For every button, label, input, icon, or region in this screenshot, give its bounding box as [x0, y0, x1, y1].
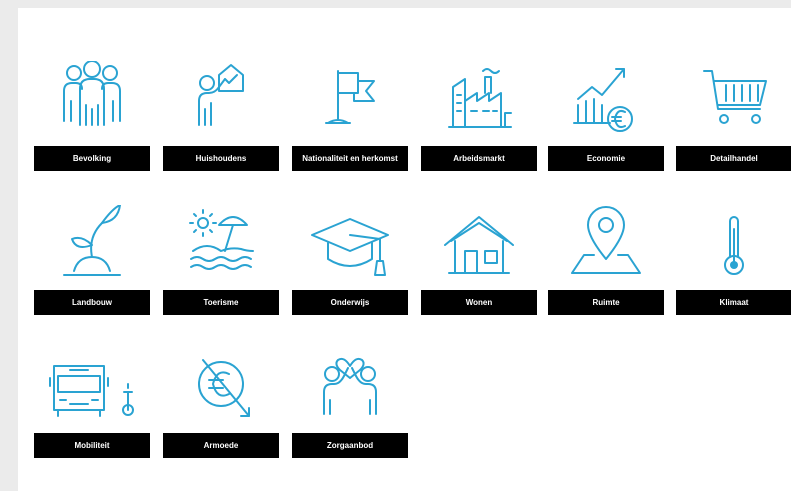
tile-label: Bevolking	[34, 146, 150, 171]
tile-label: Nationaliteit en herkomst	[292, 146, 408, 171]
category-panel: Bevolking Huishoudens Nationaliteit en h	[18, 8, 791, 491]
tile-onderwijs[interactable]: Onderwijs	[292, 205, 408, 315]
tile-ruimte[interactable]: Ruimte	[548, 205, 664, 315]
growth-chart-euro-icon	[548, 61, 664, 141]
tile-wonen[interactable]: Wonen	[421, 205, 537, 315]
shopping-cart-icon	[676, 61, 791, 141]
tile-nationaliteit[interactable]: Nationaliteit en herkomst	[292, 61, 408, 171]
tile-label: Arbeidsmarkt	[421, 146, 537, 171]
tile-mobiliteit[interactable]: Mobiliteit	[34, 348, 150, 458]
tile-zorgaanbod[interactable]: Zorgaanbod	[292, 348, 408, 458]
tile-label: Huishoudens	[163, 146, 279, 171]
thermometer-icon	[676, 205, 791, 285]
tile-label: Wonen	[421, 290, 537, 315]
tile-label: Zorgaanbod	[292, 433, 408, 458]
graduation-cap-icon	[292, 205, 408, 285]
people-group-icon	[34, 61, 150, 141]
bus-and-bicycle-icon	[34, 348, 150, 428]
house-icon	[421, 205, 537, 285]
tile-economie[interactable]: Economie	[548, 61, 664, 171]
tile-label: Armoede	[163, 433, 279, 458]
tile-huishoudens[interactable]: Huishoudens	[163, 61, 279, 171]
tile-label: Onderwijs	[292, 290, 408, 315]
tile-arbeidsmarkt[interactable]: Arbeidsmarkt	[421, 61, 537, 171]
tile-toerisme[interactable]: Toerisme	[163, 205, 279, 315]
euro-crossed-arrow-icon	[163, 348, 279, 428]
tile-label: Klimaat	[676, 290, 791, 315]
tile-label: Ruimte	[548, 290, 664, 315]
tile-klimaat[interactable]: Klimaat	[676, 205, 791, 315]
tile-landbouw[interactable]: Landbouw	[34, 205, 150, 315]
person-holding-house-icon	[163, 61, 279, 141]
tile-label: Detailhandel	[676, 146, 791, 171]
people-with-heart-icon	[292, 348, 408, 428]
tile-bevolking[interactable]: Bevolking	[34, 61, 150, 171]
tile-label: Landbouw	[34, 290, 150, 315]
tile-detailhandel[interactable]: Detailhandel	[676, 61, 791, 171]
flag-icon	[292, 61, 408, 141]
plant-sprout-icon	[34, 205, 150, 285]
tile-label: Mobiliteit	[34, 433, 150, 458]
tile-label: Economie	[548, 146, 664, 171]
map-pin-icon	[548, 205, 664, 285]
tile-label: Toerisme	[163, 290, 279, 315]
factory-icon	[421, 61, 537, 141]
beach-umbrella-icon	[163, 205, 279, 285]
tile-armoede[interactable]: Armoede	[163, 348, 279, 458]
